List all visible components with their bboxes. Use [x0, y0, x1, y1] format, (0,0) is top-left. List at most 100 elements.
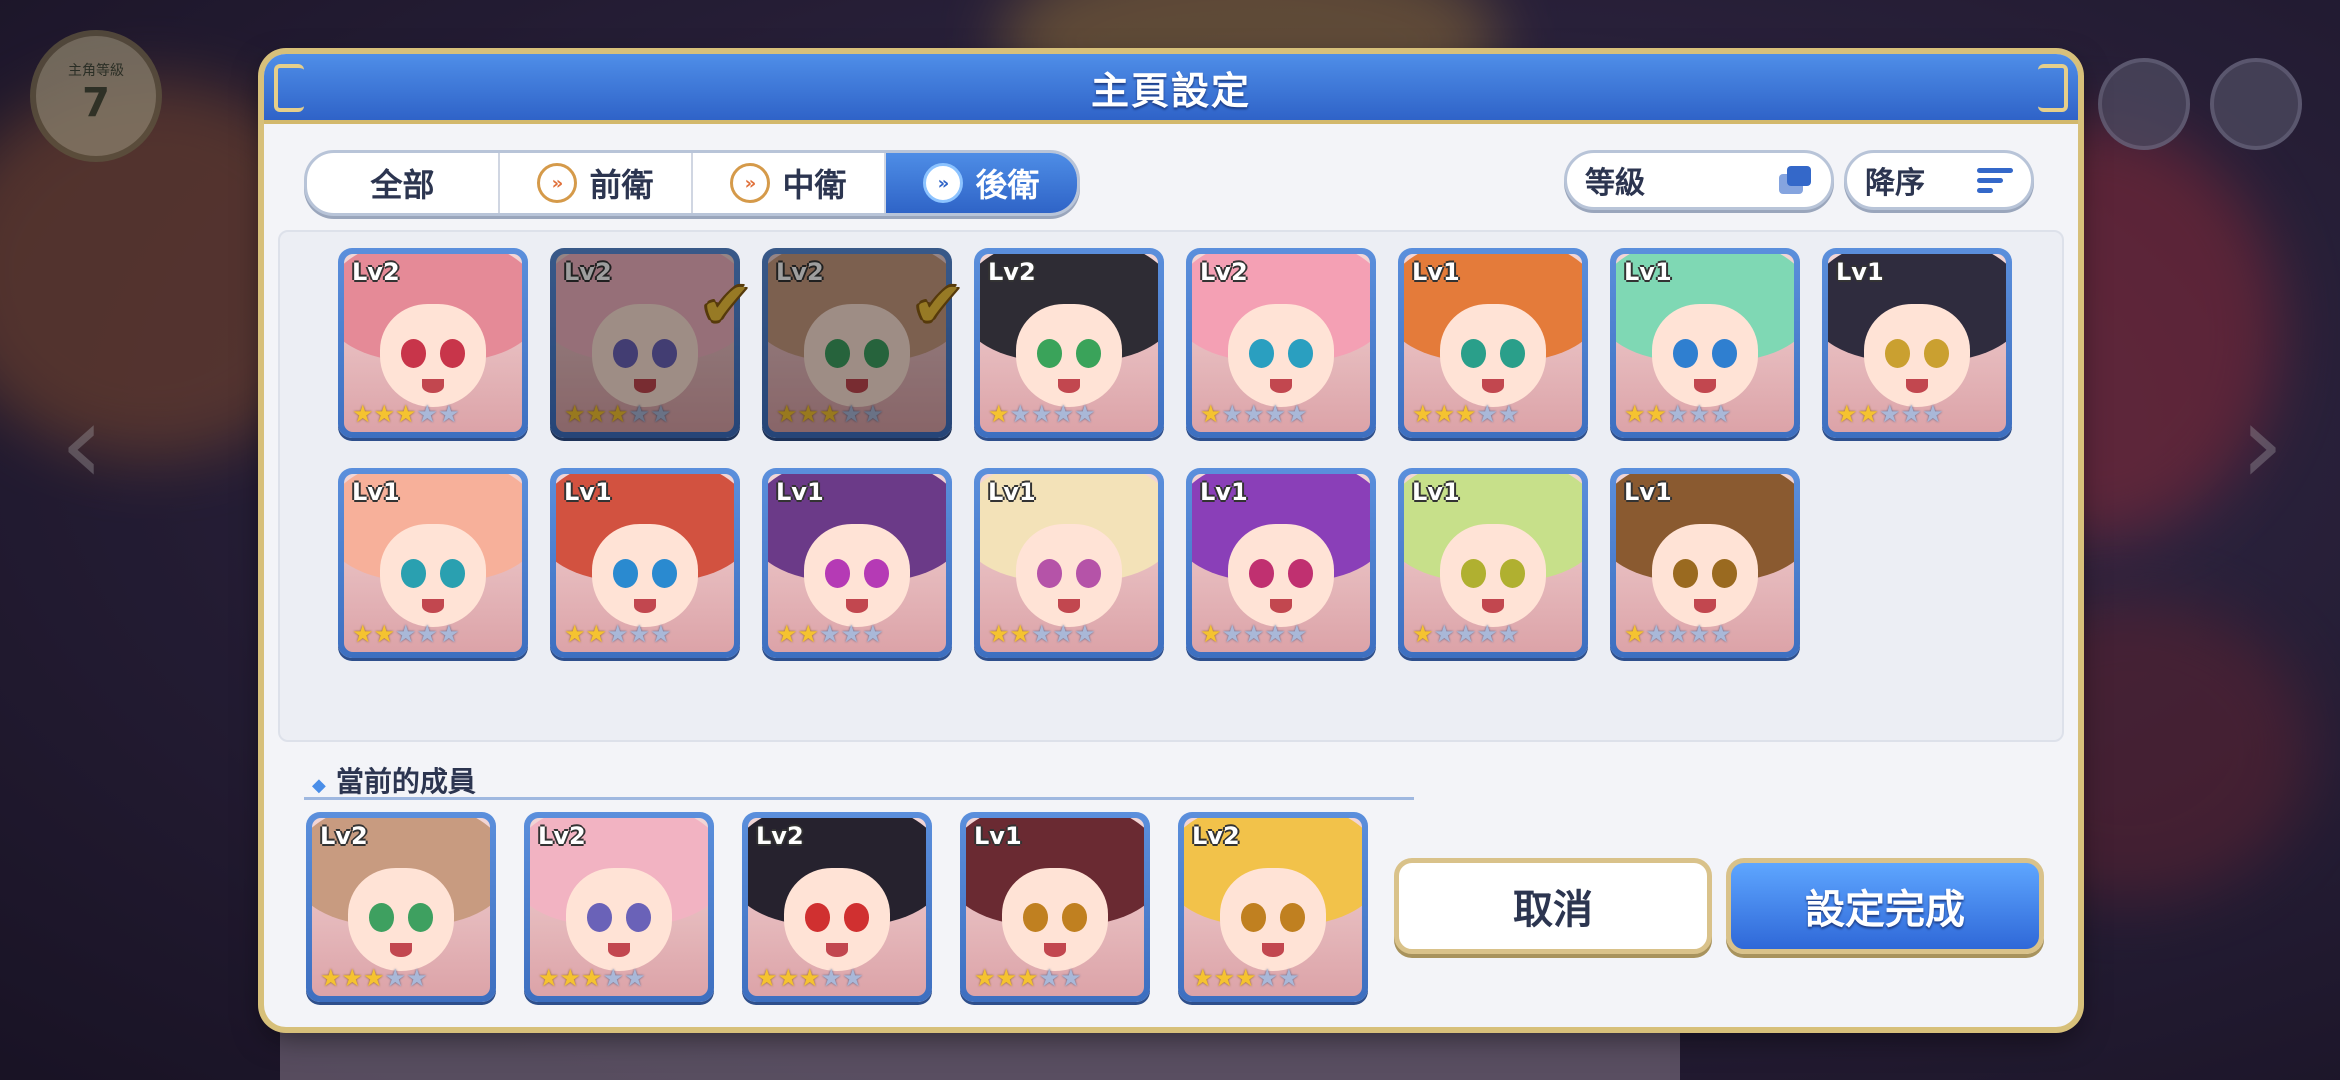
- cancel-button[interactable]: 取消: [1394, 858, 1712, 954]
- character-card[interactable]: Lv2 ★ ★ ★ ★ ★ ✔: [550, 248, 752, 438]
- portrait-eye: [1240, 903, 1266, 932]
- star-icon: ★: [1017, 964, 1039, 992]
- current-member-card[interactable]: Lv2 ★ ★ ★ ★ ★: [306, 812, 496, 1002]
- character-card[interactable]: Lv1 ★ ★ ★ ★ ★: [550, 468, 740, 658]
- portrait-eye: [1280, 903, 1306, 932]
- portrait-eye: [400, 559, 426, 588]
- character-card[interactable]: Lv1 ★ ★ ★ ★ ★: [1822, 248, 2012, 438]
- star-icon: ★: [974, 964, 996, 992]
- character-level: Lv2: [756, 822, 804, 850]
- portrait-mouth: [634, 598, 656, 613]
- star-icon: ★: [797, 400, 820, 428]
- header-ornament-left: [274, 64, 304, 112]
- character-level: Lv1: [1624, 478, 1672, 506]
- star-rating: ★ ★ ★ ★ ★: [776, 402, 884, 426]
- character-portrait: Lv2 ★ ★ ★ ★ ★: [1184, 818, 1362, 996]
- star-icon: ★: [538, 964, 560, 992]
- star-icon: ★: [416, 620, 439, 648]
- portrait-eye: [804, 903, 830, 932]
- star-icon: ★: [628, 620, 651, 648]
- portrait-mouth: [634, 378, 656, 393]
- middle-role-icon: »: [730, 163, 771, 203]
- character-card[interactable]: Lv1 ★ ★ ★ ★ ★: [974, 468, 1164, 658]
- current-member-card[interactable]: Lv2 ★ ★ ★ ★ ★: [742, 812, 932, 1002]
- character-card[interactable]: Lv2 ★ ★ ★ ★ ★: [1186, 248, 1376, 438]
- portrait-eye: [652, 339, 678, 368]
- portrait-mouth: [1270, 378, 1292, 393]
- character-level: Lv2: [988, 258, 1036, 286]
- star-icon: ★: [1052, 400, 1075, 428]
- confirm-settings-button[interactable]: 設定完成: [1726, 858, 2044, 954]
- star-icon: ★: [1256, 964, 1279, 992]
- star-icon: ★: [1455, 620, 1477, 648]
- portrait-mouth: [1270, 598, 1292, 613]
- portrait-mouth: [1482, 378, 1504, 393]
- star-icon: ★: [1476, 400, 1499, 428]
- portrait-eye: [400, 339, 426, 368]
- portrait-eye: [1288, 339, 1314, 368]
- sort-field-button[interactable]: 等級: [1564, 150, 1834, 210]
- character-portrait: Lv1 ★ ★ ★ ★ ★: [1828, 254, 2006, 432]
- character-card[interactable]: Lv1 ★ ★ ★ ★ ★: [338, 468, 528, 658]
- star-icon: ★: [1412, 400, 1434, 428]
- character-card[interactable]: Lv1 ★ ★ ★ ★ ★: [762, 468, 952, 658]
- dialog-header: 主頁設定: [264, 54, 2078, 124]
- portrait-mouth: [846, 378, 868, 393]
- current-member-card[interactable]: Lv1 ★ ★ ★ ★ ★: [960, 812, 1150, 1002]
- star-icon: ★: [395, 400, 417, 428]
- star-icon: ★: [650, 400, 672, 428]
- character-card[interactable]: Lv1 ★ ★ ★ ★ ★: [1398, 468, 1588, 658]
- portrait-mouth: [1058, 598, 1080, 613]
- current-members-divider: [304, 797, 1414, 800]
- star-icon: ★: [1221, 400, 1244, 428]
- back-role-icon: »: [923, 163, 964, 203]
- star-rating: ★ ★ ★ ★ ★: [1412, 622, 1520, 646]
- character-level: Lv1: [564, 478, 612, 506]
- star-icon: ★: [363, 964, 385, 992]
- star-icon: ★: [797, 620, 820, 648]
- character-card[interactable]: Lv2 ★ ★ ★ ★ ★: [974, 248, 1164, 438]
- character-card[interactable]: Lv2 ★ ★ ★ ★ ★: [338, 248, 528, 438]
- tab-back[interactable]: » 後衛: [886, 153, 1077, 213]
- star-icon: ★: [1264, 400, 1287, 428]
- character-card[interactable]: Lv1 ★ ★ ★ ★ ★: [1610, 248, 1800, 438]
- star-icon: ★: [1243, 400, 1265, 428]
- portrait-eye: [1248, 339, 1274, 368]
- star-icon: ★: [1009, 400, 1032, 428]
- star-icon: ★: [1624, 620, 1646, 648]
- sort-order-icon: [1977, 166, 2013, 194]
- character-card[interactable]: Lv2 ★ ★ ★ ★ ★ ✔: [762, 248, 964, 438]
- current-members-label: 當前的成員: [335, 765, 476, 798]
- character-card[interactable]: Lv1 ★ ★ ★ ★ ★: [1186, 468, 1376, 658]
- portrait-eye: [824, 559, 850, 588]
- current-member-card[interactable]: Lv2 ★ ★ ★ ★ ★: [1178, 812, 1368, 1002]
- star-icon: ★: [406, 964, 428, 992]
- character-portrait: Lv2 ★ ★ ★ ★ ★: [980, 254, 1158, 432]
- tab-all[interactable]: 全部: [307, 153, 500, 213]
- character-card[interactable]: Lv1 ★ ★ ★ ★ ★: [1610, 468, 1800, 658]
- character-level: Lv1: [1412, 478, 1460, 506]
- current-member-card[interactable]: Lv2 ★ ★ ★ ★ ★: [524, 812, 714, 1002]
- star-icon: ★: [373, 400, 396, 428]
- star-icon: ★: [1667, 620, 1689, 648]
- star-rating: ★ ★ ★ ★ ★: [776, 622, 884, 646]
- portrait-eye: [1288, 559, 1314, 588]
- star-icon: ★: [581, 964, 603, 992]
- star-icon: ★: [564, 620, 586, 648]
- character-level: Lv1: [974, 822, 1022, 850]
- sort-order-button[interactable]: 降序: [1844, 150, 2034, 210]
- star-icon: ★: [1498, 620, 1520, 648]
- star-icon: ★: [352, 620, 374, 648]
- portrait-eye: [1062, 903, 1088, 932]
- character-roster-grid: Lv2 ★ ★ ★ ★ ★ Lv2 ★ ★ ★ ★ ★ ✔ Lv2 ★ ★ ★ ★ ★ ✔ Lv2 ★ ★ ★ ★ ★ Lv2 ★ ★ ★…: [278, 230, 2064, 742]
- tab-middle[interactable]: » 中衛: [693, 153, 886, 213]
- portrait-eye: [864, 339, 890, 368]
- character-card[interactable]: Lv1 ★ ★ ★ ★ ★: [1398, 248, 1588, 438]
- tab-front[interactable]: » 前衛: [500, 153, 693, 213]
- character-level: Lv1: [1836, 258, 1884, 286]
- star-icon: ★: [607, 620, 629, 648]
- star-rating: ★ ★ ★ ★ ★: [564, 622, 672, 646]
- character-level: Lv1: [988, 478, 1036, 506]
- star-icon: ★: [1455, 400, 1477, 428]
- portrait-eye: [1500, 559, 1526, 588]
